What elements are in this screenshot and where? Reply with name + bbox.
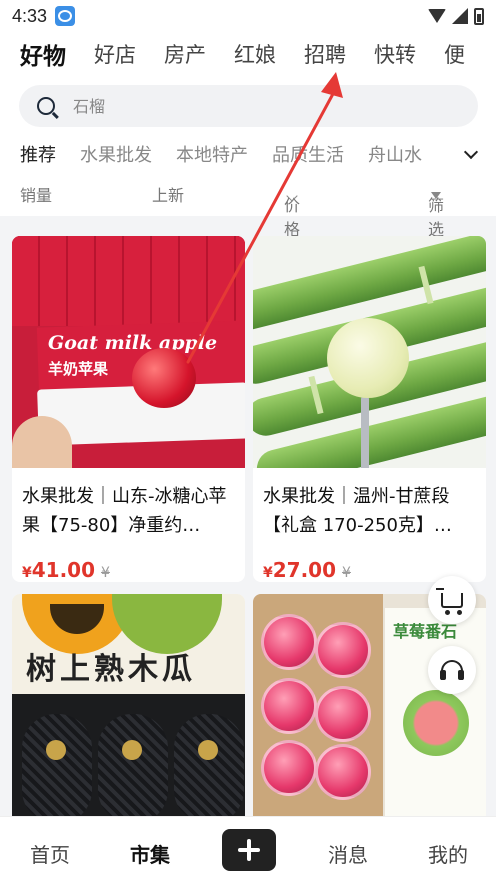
currency-symbol: ¥ bbox=[22, 565, 32, 581]
product-feed: Goat milk apple 羊奶苹果 水果批发｜山东-冰糖心苹果【75-80… bbox=[0, 216, 496, 816]
product-image-text: 树上熟木瓜 bbox=[26, 652, 196, 687]
tab-bian[interactable]: 便 bbox=[444, 39, 465, 69]
bottom-tab-bar: 首页 市集 消息 我的 bbox=[0, 816, 496, 882]
currency-symbol: ¥ bbox=[263, 565, 273, 581]
filter-dropdown-icon bbox=[431, 192, 441, 199]
tab-hongniang[interactable]: 红娘 bbox=[234, 39, 276, 69]
category-local-specialty[interactable]: 本地特产 bbox=[176, 141, 248, 167]
product-image: Goat milk apple 羊奶苹果 bbox=[12, 236, 245, 468]
product-card[interactable]: Goat milk apple 羊奶苹果 水果批发｜山东-冰糖心苹果【75-80… bbox=[12, 236, 245, 582]
category-zhoushan[interactable]: 舟山水 bbox=[368, 141, 422, 167]
bottom-tab-mine[interactable]: 我的 bbox=[428, 839, 468, 868]
search-input[interactable] bbox=[73, 96, 433, 116]
headset-icon bbox=[440, 660, 463, 680]
tab-haodian[interactable]: 好店 bbox=[94, 39, 136, 69]
bottom-tab-messages[interactable]: 消息 bbox=[328, 839, 368, 868]
product-image: 草莓番石 bbox=[253, 594, 486, 816]
search-area bbox=[0, 76, 496, 136]
category-expand-button[interactable] bbox=[440, 136, 496, 172]
tab-zhaopin[interactable]: 招聘 bbox=[304, 39, 346, 69]
cart-icon bbox=[436, 587, 463, 615]
tab-fangchan[interactable]: 房产 bbox=[164, 39, 206, 69]
product-image bbox=[253, 236, 486, 468]
product-price: ¥41.00 ¥ bbox=[12, 546, 245, 582]
top-tabs: 好物 好店 房产 红娘 招聘 快转 便 bbox=[0, 32, 496, 76]
product-card[interactable]: 水果批发｜温州-甘蔗段【礼盒 170-250克】… ¥27.00 ¥ bbox=[253, 236, 486, 582]
status-bar: 4:33 bbox=[0, 0, 496, 32]
original-price-symbol: ¥ bbox=[342, 565, 351, 581]
product-title: 水果批发｜山东-冰糖心苹果【75-80】净重约… bbox=[22, 486, 227, 536]
product-title: 水果批发｜温州-甘蔗段【礼盒 170-250克】… bbox=[263, 486, 452, 536]
customer-service-button[interactable] bbox=[428, 646, 476, 694]
wifi-icon bbox=[428, 9, 446, 23]
price-value: 27.00 bbox=[272, 558, 337, 582]
original-price-symbol: ¥ bbox=[101, 565, 110, 581]
app-notification-icon bbox=[55, 6, 76, 26]
sort-new[interactable]: 上新 bbox=[152, 182, 184, 206]
battery-icon bbox=[474, 7, 484, 25]
sort-bar: 销量 上新 价格 筛选 bbox=[0, 172, 496, 239]
product-card[interactable]: 树上熟木瓜 bbox=[12, 594, 245, 816]
product-image-text: 羊奶苹果 bbox=[48, 360, 109, 378]
signal-icon bbox=[452, 8, 468, 24]
status-icons bbox=[428, 7, 484, 25]
tab-kuaizhuan[interactable]: 快转 bbox=[374, 39, 416, 69]
price-value: 41.00 bbox=[31, 558, 96, 582]
bottom-tab-home[interactable]: 首页 bbox=[30, 839, 70, 868]
category-fruit-wholesale[interactable]: 水果批发 bbox=[80, 141, 152, 167]
product-image: 树上熟木瓜 bbox=[12, 594, 245, 816]
cart-button[interactable] bbox=[428, 576, 476, 624]
product-card[interactable]: 草莓番石 bbox=[253, 594, 486, 816]
bottom-tab-market[interactable]: 市集 bbox=[130, 839, 170, 868]
tab-haowu[interactable]: 好物 bbox=[20, 37, 66, 71]
status-time: 4:33 bbox=[12, 5, 48, 26]
search-icon bbox=[37, 97, 55, 115]
product-image-text: Goat milk apple bbox=[48, 332, 218, 354]
sort-sales[interactable]: 销量 bbox=[20, 182, 52, 206]
category-quality-life[interactable]: 品质生活 bbox=[272, 141, 344, 167]
post-plus-button[interactable] bbox=[222, 829, 276, 871]
category-recommend[interactable]: 推荐 bbox=[20, 141, 56, 167]
category-tabs: 推荐 水果批发 本地特产 品质生活 舟山水 bbox=[0, 136, 496, 172]
search-bar[interactable] bbox=[19, 85, 478, 127]
chevron-down-icon bbox=[463, 144, 479, 159]
